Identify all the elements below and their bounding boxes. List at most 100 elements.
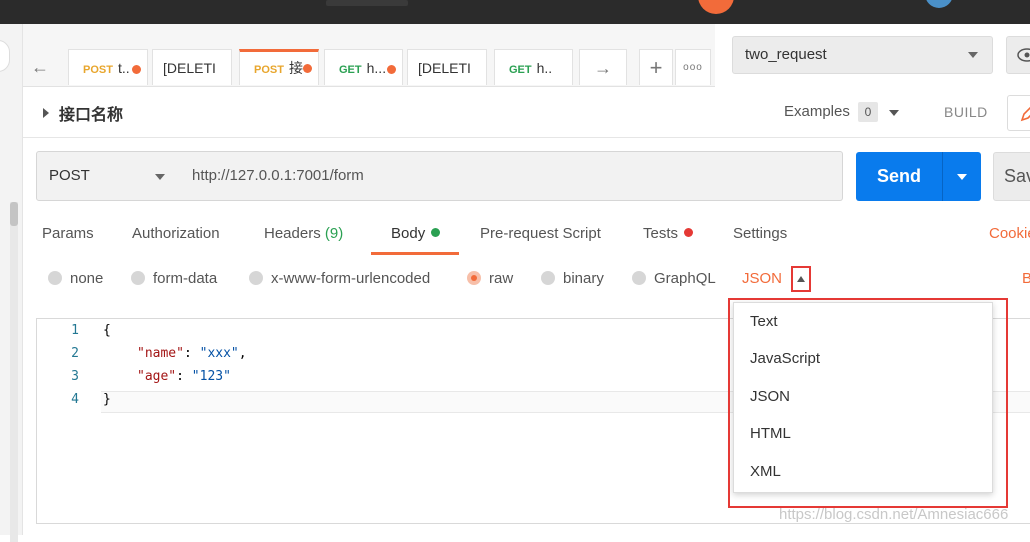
request-tab-strip: ← POST t.. [DELETI POST 接 GET h... [DELETI …: [23, 24, 715, 87]
tab-label: h..: [536, 60, 553, 76]
tab-label: t..: [117, 60, 130, 76]
pencil-icon: [1020, 106, 1030, 122]
tab-label: [DELETI: [163, 60, 216, 76]
back-arrow-icon[interactable]: ←: [23, 49, 57, 85]
headers-count: (9): [324, 225, 344, 242]
line-number: 4: [71, 392, 79, 407]
active-tab-underline: [371, 252, 459, 255]
tab-label: h...: [366, 60, 387, 76]
tab-label: [DELETI: [418, 60, 471, 76]
examples-count-badge: 0: [858, 102, 878, 122]
code-line-age: "age": "123": [137, 369, 231, 384]
tab-headers[interactable]: Headers (9): [264, 225, 343, 242]
sidebar-scrollbar[interactable]: [10, 202, 18, 542]
code-open-brace: {: [103, 323, 111, 338]
format-option-html[interactable]: HTML: [750, 425, 791, 442]
app-title-bar: [0, 0, 1030, 24]
watermark-text: https://blog.csdn.net/Amnesiac666: [779, 506, 1009, 523]
method-selector[interactable]: POST: [36, 151, 180, 201]
body-indicator-dot-icon: [431, 228, 441, 237]
url-input[interactable]: http://127.0.0.1:7001/form: [179, 151, 843, 201]
eye-icon: [1017, 48, 1030, 62]
radio-label: raw: [489, 270, 514, 287]
examples-label[interactable]: Examples: [784, 103, 850, 120]
tab-tests-label: Tests: [643, 225, 679, 242]
add-tab-plus-icon[interactable]: +: [639, 49, 673, 85]
user-avatar[interactable]: [925, 0, 953, 8]
request-tab[interactable]: [DELETI: [407, 49, 487, 85]
tab-method: GET: [509, 64, 532, 76]
json-value: "123": [191, 369, 231, 384]
unsaved-dot-icon: [303, 64, 312, 73]
caret-up-icon: [797, 276, 805, 282]
environment-quick-look-eye-icon[interactable]: [1006, 36, 1030, 74]
format-option-xml[interactable]: XML: [750, 463, 781, 480]
tab-method: POST: [83, 64, 113, 76]
environment-selector[interactable]: two_request: [732, 36, 993, 74]
forward-arrow-icon[interactable]: →: [579, 49, 627, 85]
edit-pencil-button[interactable]: [1007, 95, 1030, 131]
radio-circle-selected: [467, 271, 481, 285]
format-option-json[interactable]: JSON: [750, 388, 790, 405]
radio-label: none: [70, 270, 104, 287]
sidebar-edge: [0, 24, 23, 542]
request-tab[interactable]: [DELETI: [152, 49, 232, 85]
request-tab[interactable]: GET h...: [324, 49, 403, 85]
expand-caret-icon[interactable]: [43, 108, 49, 118]
sync-status-icon[interactable]: [698, 0, 734, 14]
environment-name: two_request: [745, 46, 827, 63]
tab-method: POST: [254, 64, 284, 76]
tab-prerequest-script[interactable]: Pre-request Script: [480, 225, 601, 242]
request-tab-active[interactable]: POST 接: [239, 49, 319, 85]
format-option-javascript[interactable]: JavaScript: [750, 350, 820, 367]
send-button[interactable]: Send: [856, 152, 942, 201]
radio-label: binary: [563, 270, 604, 287]
radio-graphql[interactable]: GraphQL: [632, 270, 716, 287]
radio-circle: [131, 271, 145, 285]
tab-tests[interactable]: Tests: [643, 225, 694, 242]
format-option-text[interactable]: Text: [750, 313, 778, 330]
code-line-name: "name": "xxx",: [137, 346, 247, 361]
more-tabs-icon[interactable]: ooo: [675, 49, 711, 85]
sidebar-scrollbar-thumb[interactable]: [10, 202, 18, 226]
request-name-row: 接口名称 Examples 0 BUILD: [23, 87, 1030, 138]
tab-settings[interactable]: Settings: [733, 225, 787, 242]
format-selector-label[interactable]: JSON: [742, 270, 782, 287]
chevron-down-icon: [957, 174, 967, 180]
unsaved-dot-icon: [387, 65, 396, 74]
radio-urlencoded[interactable]: x-www-form-urlencoded: [249, 270, 430, 287]
sidebar-toggle-button[interactable]: [0, 40, 10, 72]
json-key: "name": [137, 346, 184, 361]
tab-body[interactable]: Body: [391, 225, 441, 242]
save-button[interactable]: Save: [993, 152, 1030, 201]
tab-headers-label: Headers: [264, 225, 321, 242]
radio-circle: [541, 271, 555, 285]
examples-dropdown-caret-icon[interactable]: [889, 110, 899, 116]
build-mode-label[interactable]: BUILD: [944, 104, 988, 120]
radio-form-data[interactable]: form-data: [131, 270, 217, 287]
title-bar-element: [326, 0, 408, 6]
radio-raw[interactable]: raw: [467, 270, 513, 287]
line-number: 3: [71, 369, 79, 384]
tests-indicator-dot-icon: [684, 228, 694, 237]
json-value: "xxx": [199, 346, 239, 361]
tab-authorization[interactable]: Authorization: [132, 225, 220, 242]
code-close-brace: }: [103, 392, 111, 407]
radio-circle: [632, 271, 646, 285]
json-key: "age": [137, 369, 177, 384]
format-dropdown-toggle[interactable]: [791, 266, 811, 292]
line-number: 1: [71, 323, 79, 338]
send-options-button[interactable]: [942, 152, 981, 201]
tab-params[interactable]: Params: [42, 225, 94, 242]
request-tab[interactable]: POST t..: [68, 49, 148, 85]
radio-label: GraphQL: [654, 270, 716, 287]
method-value: POST: [49, 167, 90, 184]
tab-label: 接: [288, 60, 303, 76]
radio-label: form-data: [153, 270, 218, 287]
beautify-link[interactable]: Beautify: [1022, 270, 1030, 287]
radio-none[interactable]: none: [48, 270, 103, 287]
cookies-link[interactable]: Cookies: [989, 225, 1030, 242]
request-name[interactable]: 接口名称: [59, 101, 123, 125]
radio-binary[interactable]: binary: [541, 270, 604, 287]
request-tab[interactable]: GET h..: [494, 49, 573, 85]
